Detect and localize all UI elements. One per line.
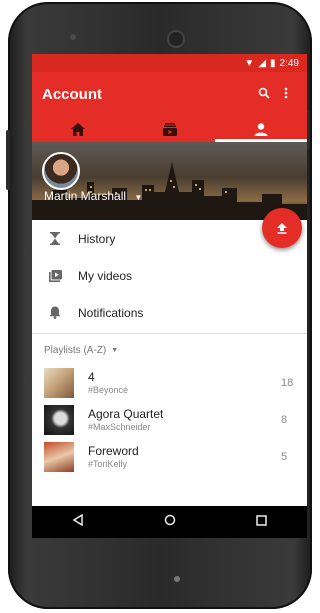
playlist-item[interactable]: 4 #Beyoncé 18 [32, 364, 307, 401]
system-nav-bar [32, 506, 307, 538]
back-icon[interactable] [72, 513, 84, 531]
chevron-down-icon: ▼ [134, 193, 143, 202]
battery-icon: ▮ [270, 57, 276, 69]
playlist-item[interactable]: Agora Quartet #MaxSchneider 8 [32, 401, 307, 438]
playlist-thumbnail [44, 367, 74, 398]
microphone [174, 576, 180, 582]
screen: ▼ ◢ ▮ 2:49 Account Martin Marshall ▼ His… [32, 54, 307, 538]
front-camera [167, 30, 185, 48]
menu-item-my-videos[interactable]: My videos [32, 257, 307, 294]
bell-icon [32, 306, 78, 319]
upload-button[interactable] [262, 208, 302, 248]
my-videos-icon [32, 269, 78, 282]
divider [32, 333, 307, 334]
playlist-thumbnail [44, 404, 74, 435]
playlist-tag: #MaxSchneider [88, 422, 151, 432]
tab-home[interactable] [32, 116, 124, 142]
upload-icon [277, 222, 287, 234]
playlist-count: 18 [281, 376, 294, 389]
user-switcher[interactable]: Martin Marshall ▼ [44, 189, 142, 203]
app-bar: Account [32, 72, 307, 116]
chevron-down-icon: ▼ [111, 346, 119, 354]
profile-banner: Martin Marshall ▼ [32, 142, 307, 220]
account-icon [254, 122, 268, 136]
power-button [6, 130, 10, 190]
page-title: Account [42, 85, 102, 103]
menu-item-notifications[interactable]: Notifications [32, 294, 307, 331]
sensor-dot [70, 34, 76, 40]
status-bar: ▼ ◢ ▮ 2:49 [32, 54, 307, 72]
menu-label: Notifications [78, 305, 144, 320]
home-icon [70, 122, 85, 136]
avatar[interactable] [42, 152, 80, 190]
clock: 2:49 [279, 57, 299, 69]
subscriptions-icon [162, 122, 177, 136]
playlist-count: 5 [281, 450, 288, 463]
menu-label: History [78, 231, 116, 246]
user-name: Martin Marshall [44, 189, 127, 203]
playlist-tag: #Beyoncé [88, 385, 129, 395]
home-nav-icon[interactable] [164, 513, 176, 531]
playlist-name: 4 [88, 370, 95, 384]
signal-icon: ◢ [258, 57, 267, 69]
playlists-header: Playlists (A-Z) [44, 344, 107, 356]
search-icon[interactable] [253, 87, 275, 102]
playlist-item[interactable]: Foreword #ToriKelly 5 [32, 438, 307, 475]
hourglass-icon [32, 232, 78, 245]
playlist-tag: #ToriKelly [88, 459, 128, 469]
tab-bar [32, 116, 307, 142]
playlist-name: Foreword [88, 444, 139, 458]
tab-account[interactable] [215, 116, 307, 142]
recents-icon[interactable] [256, 513, 267, 531]
playlist-count: 8 [281, 413, 288, 426]
menu-label: My videos [78, 268, 133, 283]
wifi-icon: ▼ [244, 57, 255, 69]
playlists-sort-dropdown[interactable]: Playlists (A-Z) ▼ [32, 336, 307, 364]
tab-subscriptions[interactable] [124, 116, 216, 142]
playlist-name: Agora Quartet [88, 407, 164, 421]
playlist-thumbnail [44, 441, 74, 472]
more-vert-icon[interactable] [275, 87, 297, 102]
